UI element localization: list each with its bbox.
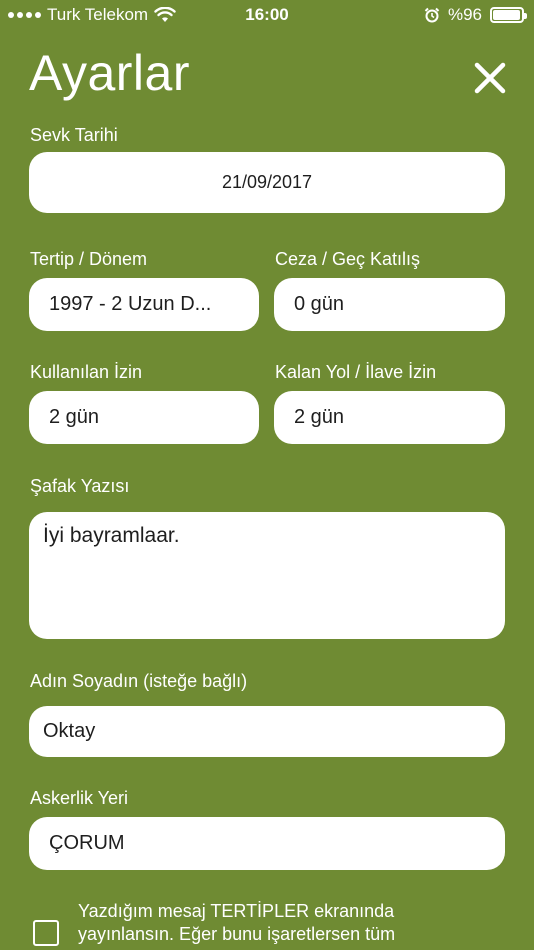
tertip-donem-select[interactable]: 1997 - 2 Uzun D...: [29, 278, 259, 331]
kullanilan-izin-value: 2 gün: [49, 406, 100, 428]
askerlik-yeri-field[interactable]: ÇORUM: [29, 817, 505, 870]
kullanilan-izin-label: Kullanılan İzin: [30, 362, 143, 382]
publish-description: Yazdığım mesaj TERTİPLER ekranında yayın…: [78, 901, 396, 944]
safak-yazisi-label: Şafak Yazısı: [30, 476, 130, 496]
askerlik-yeri-value: ÇORUM: [49, 832, 125, 854]
close-button[interactable]: [470, 58, 510, 98]
ad-soyad-label: Adın Soyadın (isteğe bağlı): [30, 671, 248, 691]
publish-checkbox[interactable]: [33, 920, 59, 946]
battery-percent: %96: [447, 5, 482, 24]
tertip-donem-value: 1997 - 2 Uzun D...: [49, 293, 212, 315]
page-title: Ayarlar: [29, 45, 190, 101]
sevk-tarihi-label: Sevk Tarihi: [30, 125, 118, 145]
ceza-label: Ceza / Geç Katılış: [275, 249, 421, 269]
sevk-tarihi-field[interactable]: 21/09/2017: [29, 152, 505, 213]
kalan-izin-field[interactable]: 2 gün: [274, 391, 505, 444]
askerlik-yeri-label: Askerlik Yeri: [30, 788, 129, 808]
kalan-izin-label: Kalan Yol / İlave İzin: [275, 362, 437, 382]
ceza-value: 0 gün: [294, 293, 345, 315]
tertip-donem-label: Tertip / Dönem: [30, 249, 148, 269]
close-icon: [474, 62, 506, 94]
kalan-izin-value: 2 gün: [294, 406, 345, 428]
safak-yazisi-textarea[interactable]: İyi bayramlaar.: [29, 512, 505, 639]
ad-soyad-value: Oktay: [43, 720, 96, 742]
ceza-field[interactable]: 0 gün: [274, 278, 505, 331]
sevk-tarihi-value: 21/09/2017: [221, 172, 313, 192]
safak-yazisi-value: İyi bayramlaar.: [43, 524, 180, 547]
status-bar: Turk Telekom 16:00 %96: [0, 0, 534, 30]
status-right: %96: [424, 5, 527, 25]
battery-level: [493, 10, 520, 20]
battery-icon: [490, 7, 527, 23]
kullanilan-izin-field[interactable]: 2 gün: [29, 391, 259, 444]
alarm-clock-icon: [424, 7, 440, 23]
ad-soyad-field[interactable]: Oktay: [29, 706, 505, 757]
settings-screen: Turk Telekom 16:00 %96 Ayarlar Sevk Tari…: [0, 0, 534, 950]
